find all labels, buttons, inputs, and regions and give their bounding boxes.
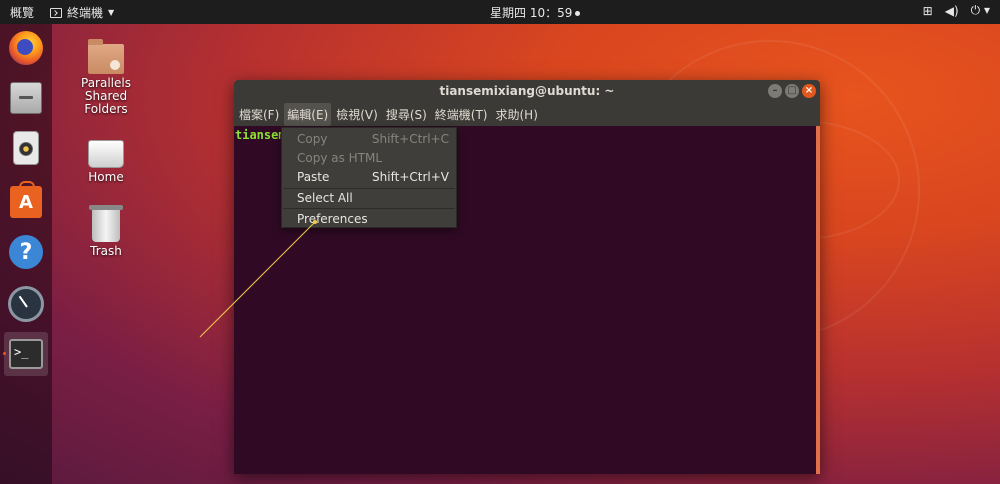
annotation-arrow	[199, 221, 316, 338]
annotation-line	[199, 220, 317, 338]
annotation-endpoint	[313, 220, 317, 224]
